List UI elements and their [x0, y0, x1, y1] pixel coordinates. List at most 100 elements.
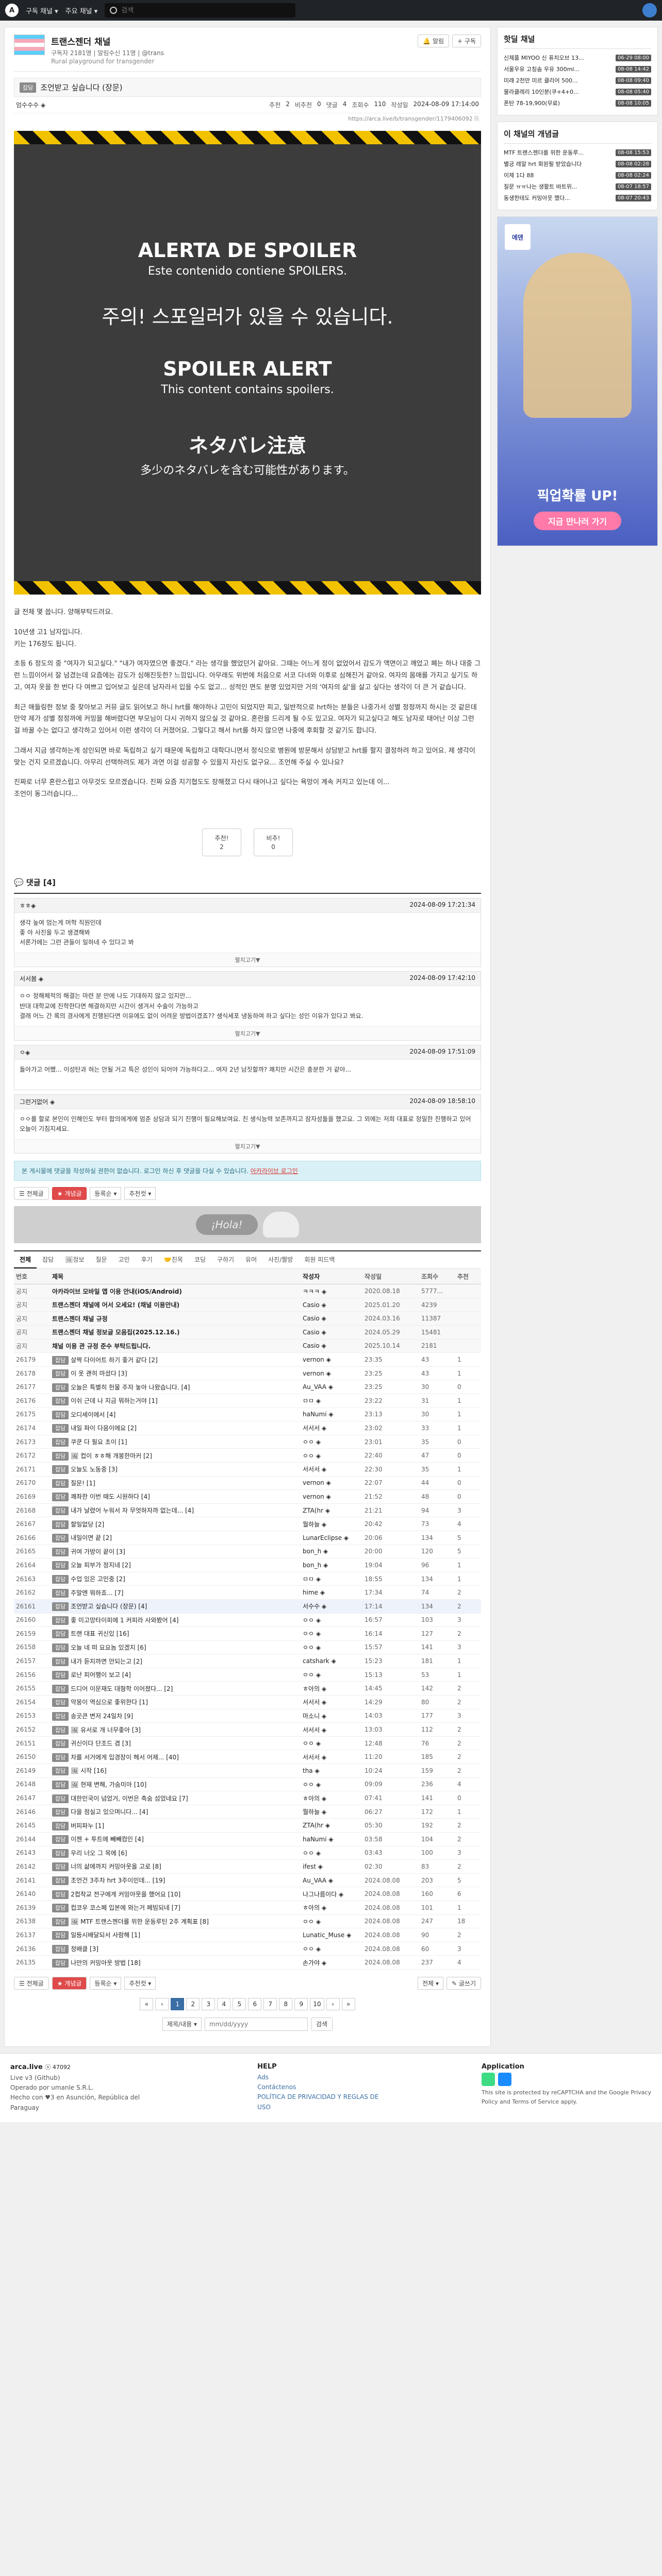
- site-logo[interactable]: A: [5, 4, 19, 17]
- category-tab[interactable]: 회원 피드백: [299, 1251, 340, 1268]
- board-search-input[interactable]: [204, 2017, 308, 2031]
- main-channels-menu[interactable]: 주요 채널 ▾: [65, 6, 98, 15]
- table-row[interactable]: 26164 잡담 오늘 피부가 정지네 [2] bon_h ◈ 19:04 96 1: [14, 1558, 481, 1572]
- table-row[interactable]: 26158 잡담 오늘 네 떠 요요놈 있겠지 [6] ㅇㅇ ◈ 15:57 141 3: [14, 1640, 481, 1655]
- page-button[interactable]: »: [341, 1997, 355, 2010]
- footer-contact-link[interactable]: Contáctenos: [257, 2082, 389, 2092]
- table-row[interactable]: 26149 잡담 🖼 시작 [16] tha ◈ 10:24 159 2: [14, 1764, 481, 1778]
- hotdeal-item[interactable]: 서울우유 고칭솜 우유 300ml... 08-08 14:42: [504, 63, 651, 75]
- post-title-cell[interactable]: 잡담 너의 삶에까지 커밍아웃을 고로 [8]: [50, 1859, 301, 1874]
- post-title[interactable]: 트랜 대표 귀신있 [16]: [71, 1630, 129, 1637]
- post-title-cell[interactable]: 잡담 주말엔 뭐하죠... [7]: [50, 1585, 301, 1600]
- post-title-cell[interactable]: 잡담 대한민국이 넘었거, 이번은 축숨 섬었네요 [7]: [50, 1791, 301, 1805]
- post-author[interactable]: 서서서 ◈: [301, 1722, 362, 1737]
- post-author[interactable]: 마소니 ◈: [301, 1709, 362, 1723]
- table-row[interactable]: 26178 잡담 이 옷 괜히 마셨다 [3] vernon ◈ 23:25 43 1: [14, 1366, 481, 1381]
- post-title-cell[interactable]: 잡담 오늘은 특별히 헌물 주자 놓아 나왔습니다. [4]: [50, 1380, 301, 1394]
- post-title-cell[interactable]: 잡담 내일 파이 다음이에요 [2]: [50, 1421, 301, 1435]
- post-author[interactable]: bon_h ◈: [301, 1545, 362, 1559]
- post-author[interactable]: ㅇㅇ ◈: [301, 1626, 362, 1641]
- notice-row[interactable]: 공지 채널 이용 관 규정 준수 부탁드립니다. Casio ◈ 2025.10.14…: [14, 1339, 481, 1353]
- table-row[interactable]: 26151 잡담 귀신이다 단조드 겸 [3] ㅇㅇ ◈ 12:48 76 2: [14, 1736, 481, 1751]
- post-author[interactable]: ㅁㅁ ◈: [301, 1394, 362, 1408]
- post-title-cell[interactable]: 잡담 악몽이 역심으로 좋위한다 [1]: [50, 1695, 301, 1709]
- category-tab[interactable]: 잡담: [37, 1251, 59, 1268]
- notice-row[interactable]: 공지 트랜스젠더 채널 정보글 모음집(2025.12.16.) Casio ◈ 20…: [14, 1325, 481, 1340]
- best-post-item-title[interactable]: 동생한테도 커밍아웃 했다...: [504, 194, 570, 202]
- post-title[interactable]: 일등시배달되서 사람해 [1]: [71, 1931, 140, 1939]
- post-title[interactable]: 🖼 MTF 트랜스젠더를 위한 운동루틴 2주 계획표 [8]: [71, 1918, 209, 1925]
- post-author[interactable]: ㅇㅇ ◈: [301, 1640, 362, 1655]
- category-tab[interactable]: 구하기: [211, 1251, 240, 1268]
- table-row[interactable]: 26173 잡담 쿠쿤 다 필요 초이 [1] ㅇㅇ ◈ 23:01 35 0: [14, 1435, 481, 1449]
- post-author[interactable]: haNumi ◈: [301, 1408, 362, 1422]
- notice-row[interactable]: 공지 아카라이브 모바일 앱 이용 안내(iOS/Android) ㅋㅋㅋ ◈ 202…: [14, 1284, 481, 1298]
- post-title[interactable]: 2컵착교 전구에게 커밍아웃을 했어요 [10]: [71, 1891, 180, 1898]
- table-row[interactable]: 26175 잡담 오디세이에서 [4] haNumi ◈ 23:13 30 1: [14, 1408, 481, 1422]
- post-author[interactable]: ㅇㅇ ◈: [301, 1942, 362, 1956]
- post-title-cell[interactable]: 잡담 차를 서거에게 입경장이 헤서 어제... [40]: [50, 1750, 301, 1765]
- post-author[interactable]: 손가야 ◈: [301, 1955, 362, 1970]
- post-author[interactable]: 뭘하늘 ◈: [301, 1805, 362, 1819]
- post-title[interactable]: 조언받고 싶습니다 (장문) [4]: [71, 1603, 147, 1610]
- post-title-cell[interactable]: 잡담 쿠쿤 다 필요 초이 [1]: [50, 1435, 301, 1449]
- post-title[interactable]: 살짝 다이어트 하기 좋거 같다 [2]: [71, 1357, 158, 1364]
- comment-author[interactable]: ㅎㅎ◈: [20, 901, 36, 910]
- post-title-cell[interactable]: 잡담 할일없당 [2]: [50, 1517, 301, 1531]
- post-title-cell[interactable]: 잡담 🖼 시작 [16]: [50, 1764, 301, 1778]
- table-row[interactable]: 26148 잡담 🖼 현재 변해, 가숨미아 [10] ㅇㅇ ◈ 09:09 236 4: [14, 1777, 481, 1792]
- all-posts-button-bottom[interactable]: ☰ 전체글: [14, 1976, 49, 1990]
- post-title[interactable]: 악몽이 역심으로 좋위한다 [1]: [71, 1699, 148, 1706]
- table-row[interactable]: 26145 잡담 버피파누 [1] ZTA(hr ◈ 05:30 192 2: [14, 1818, 481, 1833]
- sort-select-bottom[interactable]: 등록순 ▾: [90, 1976, 122, 1990]
- board-search-button[interactable]: 검색: [310, 2017, 333, 2031]
- write-button[interactable]: ✎ 글쓰기: [446, 1976, 481, 1990]
- post-title[interactable]: 쾌좌한 이번 때도 시원하다 [4]: [71, 1493, 150, 1500]
- subscribed-channels-menu[interactable]: 구독 채널 ▾: [26, 6, 58, 15]
- post-title-cell[interactable]: 잡담 질문! [1]: [50, 1476, 301, 1490]
- scope-select[interactable]: 전체 ▾: [418, 1976, 443, 1990]
- best-post-item-title[interactable]: 질문 ㅠㅠ나는 생활트 바트위...: [504, 182, 577, 191]
- post-author[interactable]: hime ◈: [301, 1585, 362, 1600]
- page-button[interactable]: ‹: [155, 1997, 169, 2010]
- post-title[interactable]: 질문! [1]: [71, 1480, 95, 1487]
- post-author[interactable]: ifest ◈: [301, 1859, 362, 1874]
- post-title[interactable]: 귀신이다 단조드 겸 [3]: [71, 1740, 131, 1747]
- page-button[interactable]: ›: [326, 1997, 340, 2010]
- alarm-button[interactable]: 🔔 알림: [418, 35, 450, 47]
- category-tab[interactable]: 질문: [90, 1251, 113, 1268]
- page-button[interactable]: 4: [217, 1997, 231, 2010]
- post-title-cell[interactable]: 잡담 살짝 다이어트 하기 좋거 같다 [2]: [50, 1352, 301, 1367]
- hotdeal-item-title[interactable]: 물라클레리 10인분(쿠+4+0...: [504, 88, 579, 96]
- post-title[interactable]: 내가 날렸어 누워서 자 무엇하자까 없는데... [4]: [71, 1507, 194, 1514]
- table-row[interactable]: 26135 잡담 나만의 커밍아웃 방법 [18] 손가야 ◈ 2024.08.08 2…: [14, 1955, 481, 1970]
- table-row[interactable]: 26147 잡담 대한민국이 넘었거, 이번은 축숨 섬었네요 [7] ㅎ아의 ◈ 0…: [14, 1791, 481, 1805]
- page-button[interactable]: 1: [171, 1997, 185, 2010]
- post-title[interactable]: 대한민국이 넘었거, 이번은 축숨 섬었네요 [7]: [71, 1795, 188, 1802]
- article-link[interactable]: https://arca.live/b/transgender/11794060…: [14, 113, 481, 125]
- post-title[interactable]: 오늘도 노동중 [3]: [71, 1466, 118, 1473]
- page-button[interactable]: 7: [263, 1997, 277, 2010]
- post-author[interactable]: ㅇㅇ ◈: [301, 1613, 362, 1628]
- table-row[interactable]: 26161 잡담 조언받고 싶습니다 (장문) [4] 서수수 ◈ 17:14 134 2: [14, 1599, 481, 1614]
- table-row[interactable]: 26171 잡담 오늘도 노동중 [3] 서서서 ◈ 22:30 35 1: [14, 1462, 481, 1477]
- post-title-cell[interactable]: 잡담 컵코우 코스페 입본에 와는거 페빔되네 [7]: [50, 1901, 301, 1915]
- footer-brand[interactable]: arca.live: [10, 2063, 43, 2071]
- table-row[interactable]: 26142 잡담 너의 삶에까지 커밍아웃을 고로 [8] ifest ◈ 02:30…: [14, 1859, 481, 1874]
- hotdeal-item[interactable]: 폰탄 78-19,900(무료) 08-08 10:05: [504, 97, 651, 109]
- notice-author[interactable]: Casio ◈: [301, 1311, 362, 1326]
- notice-row[interactable]: 공지 트랜스젠더 채널에 어서 오세요! (채널 이용안내) Casio ◈ 2025…: [14, 1298, 481, 1312]
- post-title-cell[interactable]: 잡담 🖼 컵이 ㅎㅎ해 개봉한마커 [2]: [50, 1448, 301, 1463]
- post-title-cell[interactable]: 잡담 귀여 가방이 끝이 [3]: [50, 1545, 301, 1559]
- post-title[interactable]: 드디어 이문재도 대형학 이어졌다... [2]: [71, 1685, 173, 1692]
- hotdeal-title[interactable]: 핫딜 채널: [504, 33, 651, 49]
- post-title[interactable]: 정배클 [3]: [71, 1945, 98, 1953]
- user-avatar[interactable]: [642, 3, 657, 18]
- post-title[interactable]: 이 옷 괜히 마셨다 [3]: [71, 1370, 127, 1377]
- table-row[interactable]: 26155 잡담 드디어 이문재도 대형학 이어졌다... [2] ㅎ아의 ◈ 14:…: [14, 1681, 481, 1696]
- best-post-item[interactable]: 질문 ㅠㅠ나는 생활트 바트위... 08-07 18:57: [504, 181, 651, 192]
- post-title-cell[interactable]: 잡담 트랜 대표 귀신있 [16]: [50, 1626, 301, 1641]
- best-post-item[interactable]: MTF 트랜스젠더를 위한 운동루... 08-08 15:53: [504, 147, 651, 158]
- table-row[interactable]: 26141 잡담 조언건 3주차 hrt 3주이민데... [19] Au_VAA …: [14, 1873, 481, 1888]
- best-posts-button-bottom[interactable]: ★ 개념글: [52, 1976, 87, 1990]
